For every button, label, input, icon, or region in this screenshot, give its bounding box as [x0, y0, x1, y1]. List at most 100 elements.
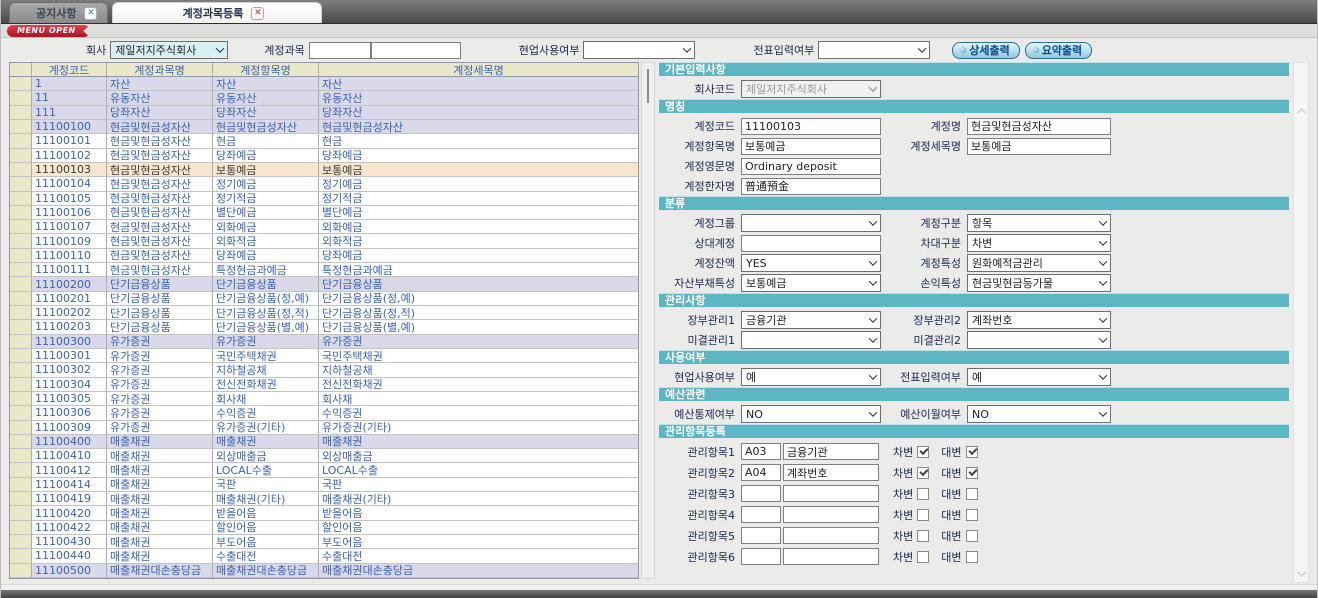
row-selector[interactable] — [10, 421, 32, 435]
budget-control-select[interactable]: NO — [741, 405, 881, 423]
credit-checkbox[interactable] — [966, 446, 978, 458]
table-row[interactable]: 11100414매출채권국판국판 — [10, 478, 638, 492]
summary-print-button[interactable]: 요약출력 — [1025, 42, 1092, 59]
account-name-input[interactable] — [967, 118, 1111, 135]
table-row[interactable]: 11100440매출채권수출대전수출대전 — [10, 549, 638, 563]
table-row[interactable]: 11100305유가증권회사채회사채 — [10, 392, 638, 406]
use-yn-select[interactable]: 예 — [741, 368, 881, 386]
detail-print-button[interactable]: 상세출력 — [952, 42, 1019, 59]
row-selector[interactable] — [10, 449, 32, 463]
row-selector[interactable] — [10, 564, 32, 578]
asset-liability-select[interactable]: 보통예금 — [741, 274, 881, 292]
book-mgmt2-select[interactable]: 계좌번호 — [967, 311, 1111, 329]
credit-checkbox[interactable] — [966, 467, 978, 479]
table-row[interactable]: 11100430매출채권부도어음부도어음 — [10, 535, 638, 549]
table-row[interactable]: 11100110현금및현금성자산당좌예금당좌예금 — [10, 249, 638, 263]
credit-checkbox[interactable] — [966, 530, 978, 542]
row-selector[interactable] — [10, 106, 32, 120]
dc-type-select[interactable]: 차변 — [967, 234, 1111, 252]
row-selector[interactable] — [10, 349, 32, 363]
budget-carry-select[interactable]: NO — [967, 405, 1111, 423]
row-selector[interactable] — [10, 77, 32, 91]
open-mgmt1-select[interactable] — [741, 331, 881, 349]
row-selector[interactable] — [10, 149, 32, 163]
credit-checkbox[interactable] — [966, 551, 978, 563]
row-selector[interactable] — [10, 177, 32, 191]
table-row[interactable]: 11100422매출채권할인어음할인어음 — [10, 521, 638, 535]
table-row[interactable]: 11100309유가증권유가증권(기타)유가증권(기타) — [10, 421, 638, 435]
table-row[interactable]: 11100412매출채권LOCAL수출LOCAL수출 — [10, 463, 638, 477]
open-mgmt2-select[interactable] — [967, 331, 1111, 349]
table-row[interactable]: 11100202단기금융상품단기금융상품(정,적)단기금융상품(정,적) — [10, 306, 638, 320]
panel-scrollbar[interactable] — [1293, 62, 1309, 583]
row-selector[interactable] — [10, 192, 32, 206]
row-selector[interactable] — [10, 478, 32, 492]
row-selector[interactable] — [10, 163, 32, 177]
table-row[interactable]: 111당좌자산당좌자산당좌자산 — [10, 106, 638, 120]
table-row[interactable]: 11100109현금및현금성자산외화적금외화적금 — [10, 234, 638, 248]
row-selector[interactable] — [10, 521, 32, 535]
grid-scrollbar[interactable] — [641, 62, 655, 579]
table-row[interactable]: 11100105현금및현금성자산정기적금정기적금 — [10, 192, 638, 206]
row-selector[interactable] — [10, 206, 32, 220]
table-row[interactable]: 11100300유가증권유가증권유가증권 — [10, 335, 638, 349]
mgmt-item-name-input[interactable] — [783, 506, 879, 523]
row-selector[interactable] — [10, 91, 32, 105]
table-row[interactable]: 11100102현금및현금성자산당좌예금당좌예금 — [10, 149, 638, 163]
mgmt-item-code-input[interactable] — [741, 548, 781, 565]
book-mgmt1-select[interactable]: 금융기관 — [741, 311, 881, 329]
credit-checkbox[interactable] — [966, 509, 978, 521]
row-selector[interactable] — [10, 549, 32, 563]
mgmt-item-code-input[interactable] — [741, 506, 781, 523]
scroll-down-icon[interactable] — [1297, 568, 1307, 578]
mgmt-item-name-input[interactable] — [783, 527, 879, 544]
mgmt-item-name-input[interactable] — [783, 485, 879, 502]
row-selector[interactable] — [10, 306, 32, 320]
table-row[interactable]: 11100306유가증권수익증권수익증권 — [10, 406, 638, 420]
table-row[interactable]: 11100201단기금융상품단기금융상품(정,예)단기금융상품(정,예) — [10, 292, 638, 306]
debit-checkbox[interactable] — [917, 488, 929, 500]
company-select[interactable]: 제일저지주식회사 — [110, 41, 228, 59]
tab-notice[interactable]: 공지사항 ✕ — [9, 2, 108, 23]
debit-checkbox[interactable] — [917, 467, 929, 479]
menu-open-button[interactable]: MENU OPEN — [7, 25, 90, 37]
slip-filter-select[interactable] — [818, 41, 930, 59]
row-selector[interactable] — [10, 335, 32, 349]
mgmt-item-code-input[interactable] — [741, 485, 781, 502]
table-row[interactable]: 11100400매출채권매출채권매출채권 — [10, 435, 638, 449]
row-selector[interactable] — [10, 363, 32, 377]
row-selector[interactable] — [10, 463, 32, 477]
eng-name-input[interactable] — [741, 158, 881, 175]
row-selector[interactable] — [10, 492, 32, 506]
mgmt-item-code-input[interactable] — [741, 464, 781, 481]
table-row[interactable]: 11100106현금및현금성자산별단예금별단예금 — [10, 206, 638, 220]
item-name-input[interactable] — [741, 138, 881, 155]
table-row[interactable]: 11100103현금및현금성자산보통예금보통예금 — [10, 163, 638, 177]
account-name-filter-input[interactable] — [371, 42, 461, 59]
detail-name-input[interactable] — [967, 138, 1111, 155]
table-row[interactable]: 11100111현금및현금성자산특정현금과예금특정현금과예금 — [10, 263, 638, 277]
row-selector[interactable] — [10, 406, 32, 420]
use-filter-select[interactable] — [583, 41, 695, 59]
table-row[interactable]: 11100410매출채권외상매출금외상매출금 — [10, 449, 638, 463]
tab-close-icon[interactable]: ✕ — [84, 7, 97, 20]
row-selector[interactable] — [10, 263, 32, 277]
row-selector[interactable] — [10, 134, 32, 148]
mgmt-item-code-input[interactable] — [741, 527, 781, 544]
mgmt-item-name-input[interactable] — [783, 443, 879, 460]
table-row[interactable]: 11100500매출채권대손충당금매출채권대손충당금매출채권대손충당금 — [10, 564, 638, 578]
table-row[interactable]: 11100304유가증권전신전화채권전신전화채권 — [10, 378, 638, 392]
row-selector[interactable] — [10, 506, 32, 520]
table-row[interactable]: 11100104현금및현금성자산정기예금정기예금 — [10, 177, 638, 191]
mgmt-item-name-input[interactable] — [783, 464, 879, 481]
account-balance-select[interactable]: YES — [741, 254, 881, 272]
debit-checkbox[interactable] — [917, 446, 929, 458]
scroll-up-icon[interactable] — [1297, 108, 1307, 118]
table-row[interactable]: 11100420매출채권받을어음받을어음 — [10, 506, 638, 520]
credit-checkbox[interactable] — [966, 488, 978, 500]
row-selector[interactable] — [10, 535, 32, 549]
debit-checkbox[interactable] — [917, 509, 929, 521]
account-code-filter-input[interactable] — [309, 42, 371, 59]
mgmt-item-code-input[interactable] — [741, 443, 781, 460]
table-row[interactable]: 11100100현금및현금성자산현금및현금성자산현금및현금성자산 — [10, 120, 638, 134]
